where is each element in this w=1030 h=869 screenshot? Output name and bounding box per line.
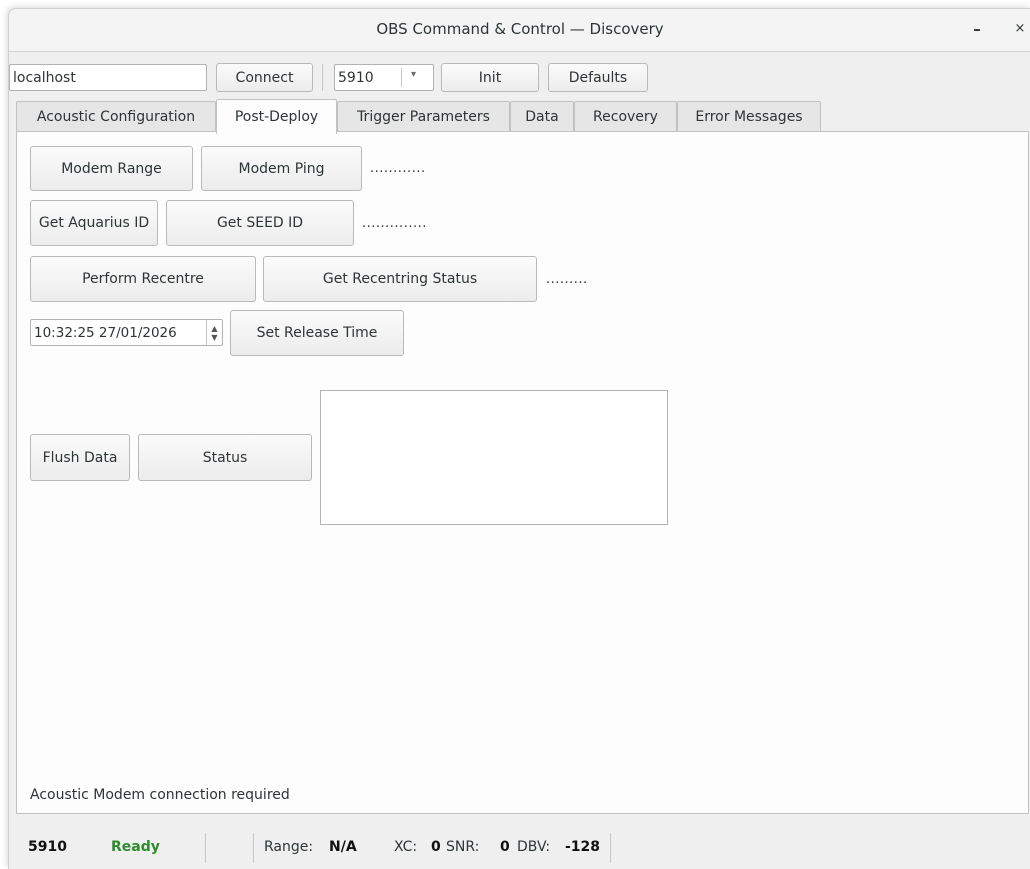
status-bar: 5910 Ready Range: N/A XC: 0 SNR: 0 DBV: … (9, 829, 1030, 869)
status-port: 5910 (28, 839, 67, 855)
port-value: 5910 (338, 69, 374, 86)
status-separator (253, 833, 254, 863)
init-button[interactable]: Init (441, 63, 539, 92)
snr-label: SNR: (446, 839, 480, 855)
status-state: Ready (111, 839, 160, 855)
toolbar-separator (322, 64, 323, 91)
title-bar: OBS Command & Control — Discovery – × (9, 9, 1030, 52)
datetime-spinner[interactable]: ▲ ▼ (206, 320, 222, 345)
status-output-box[interactable] (320, 390, 668, 525)
tab-post-deploy[interactable]: Post-Deploy (216, 99, 337, 134)
modem-ping-button[interactable]: Modem Ping (201, 146, 362, 191)
recentre-result-label: ......... (546, 272, 588, 287)
release-datetime-input[interactable]: 10:32:25 27/01/2026 ▲ ▼ (30, 319, 223, 346)
tab-error-messages[interactable]: Error Messages (677, 101, 821, 132)
set-release-time-button[interactable]: Set Release Time (230, 310, 404, 356)
window-title: OBS Command & Control — Discovery (376, 20, 664, 38)
tab-data[interactable]: Data (510, 101, 574, 132)
flush-data-button[interactable]: Flush Data (30, 434, 130, 481)
status-separator (610, 833, 611, 863)
modem-range-button[interactable]: Modem Range (30, 146, 193, 191)
perform-recentre-button[interactable]: Perform Recentre (30, 256, 256, 302)
post-deploy-panel: Modem Range Modem Ping ............ Get … (16, 131, 1029, 814)
connection-message: Acoustic Modem connection required (30, 787, 290, 803)
get-recentring-status-button[interactable]: Get Recentring Status (263, 256, 537, 302)
tab-trigger-parameters[interactable]: Trigger Parameters (337, 101, 510, 132)
status-separator (205, 833, 206, 863)
xc-value: 0 (431, 839, 441, 855)
connect-button[interactable]: Connect (216, 63, 313, 92)
range-result-label: ............ (370, 161, 426, 176)
defaults-button[interactable]: Defaults (548, 63, 648, 92)
close-button[interactable]: × (1009, 18, 1030, 40)
get-aquarius-id-button[interactable]: Get Aquarius ID (30, 200, 158, 246)
port-combo[interactable]: 5910 ▾ (334, 64, 434, 91)
range-label: Range: (264, 839, 314, 855)
get-seed-id-button[interactable]: Get SEED ID (166, 200, 354, 246)
id-result-label: .............. (362, 216, 427, 231)
chevron-up-icon[interactable]: ▲ (211, 324, 217, 333)
combo-divider (401, 68, 402, 87)
app-window: OBS Command & Control — Discovery – × lo… (8, 8, 1030, 869)
host-input[interactable]: localhost (9, 64, 207, 91)
dbv-label: DBV: (517, 839, 551, 855)
tab-recovery[interactable]: Recovery (574, 101, 677, 132)
release-datetime-value: 10:32:25 27/01/2026 (34, 324, 177, 341)
snr-value: 0 (500, 839, 510, 855)
minimize-button[interactable]: – (966, 18, 988, 40)
tab-acoustic-configuration[interactable]: Acoustic Configuration (16, 101, 216, 132)
status-button[interactable]: Status (138, 434, 312, 481)
xc-label: XC: (394, 839, 418, 855)
chevron-down-icon[interactable]: ▾ (411, 69, 416, 80)
dbv-value: -128 (565, 839, 601, 855)
range-value: N/A (329, 839, 357, 855)
chevron-down-icon[interactable]: ▼ (211, 333, 217, 342)
